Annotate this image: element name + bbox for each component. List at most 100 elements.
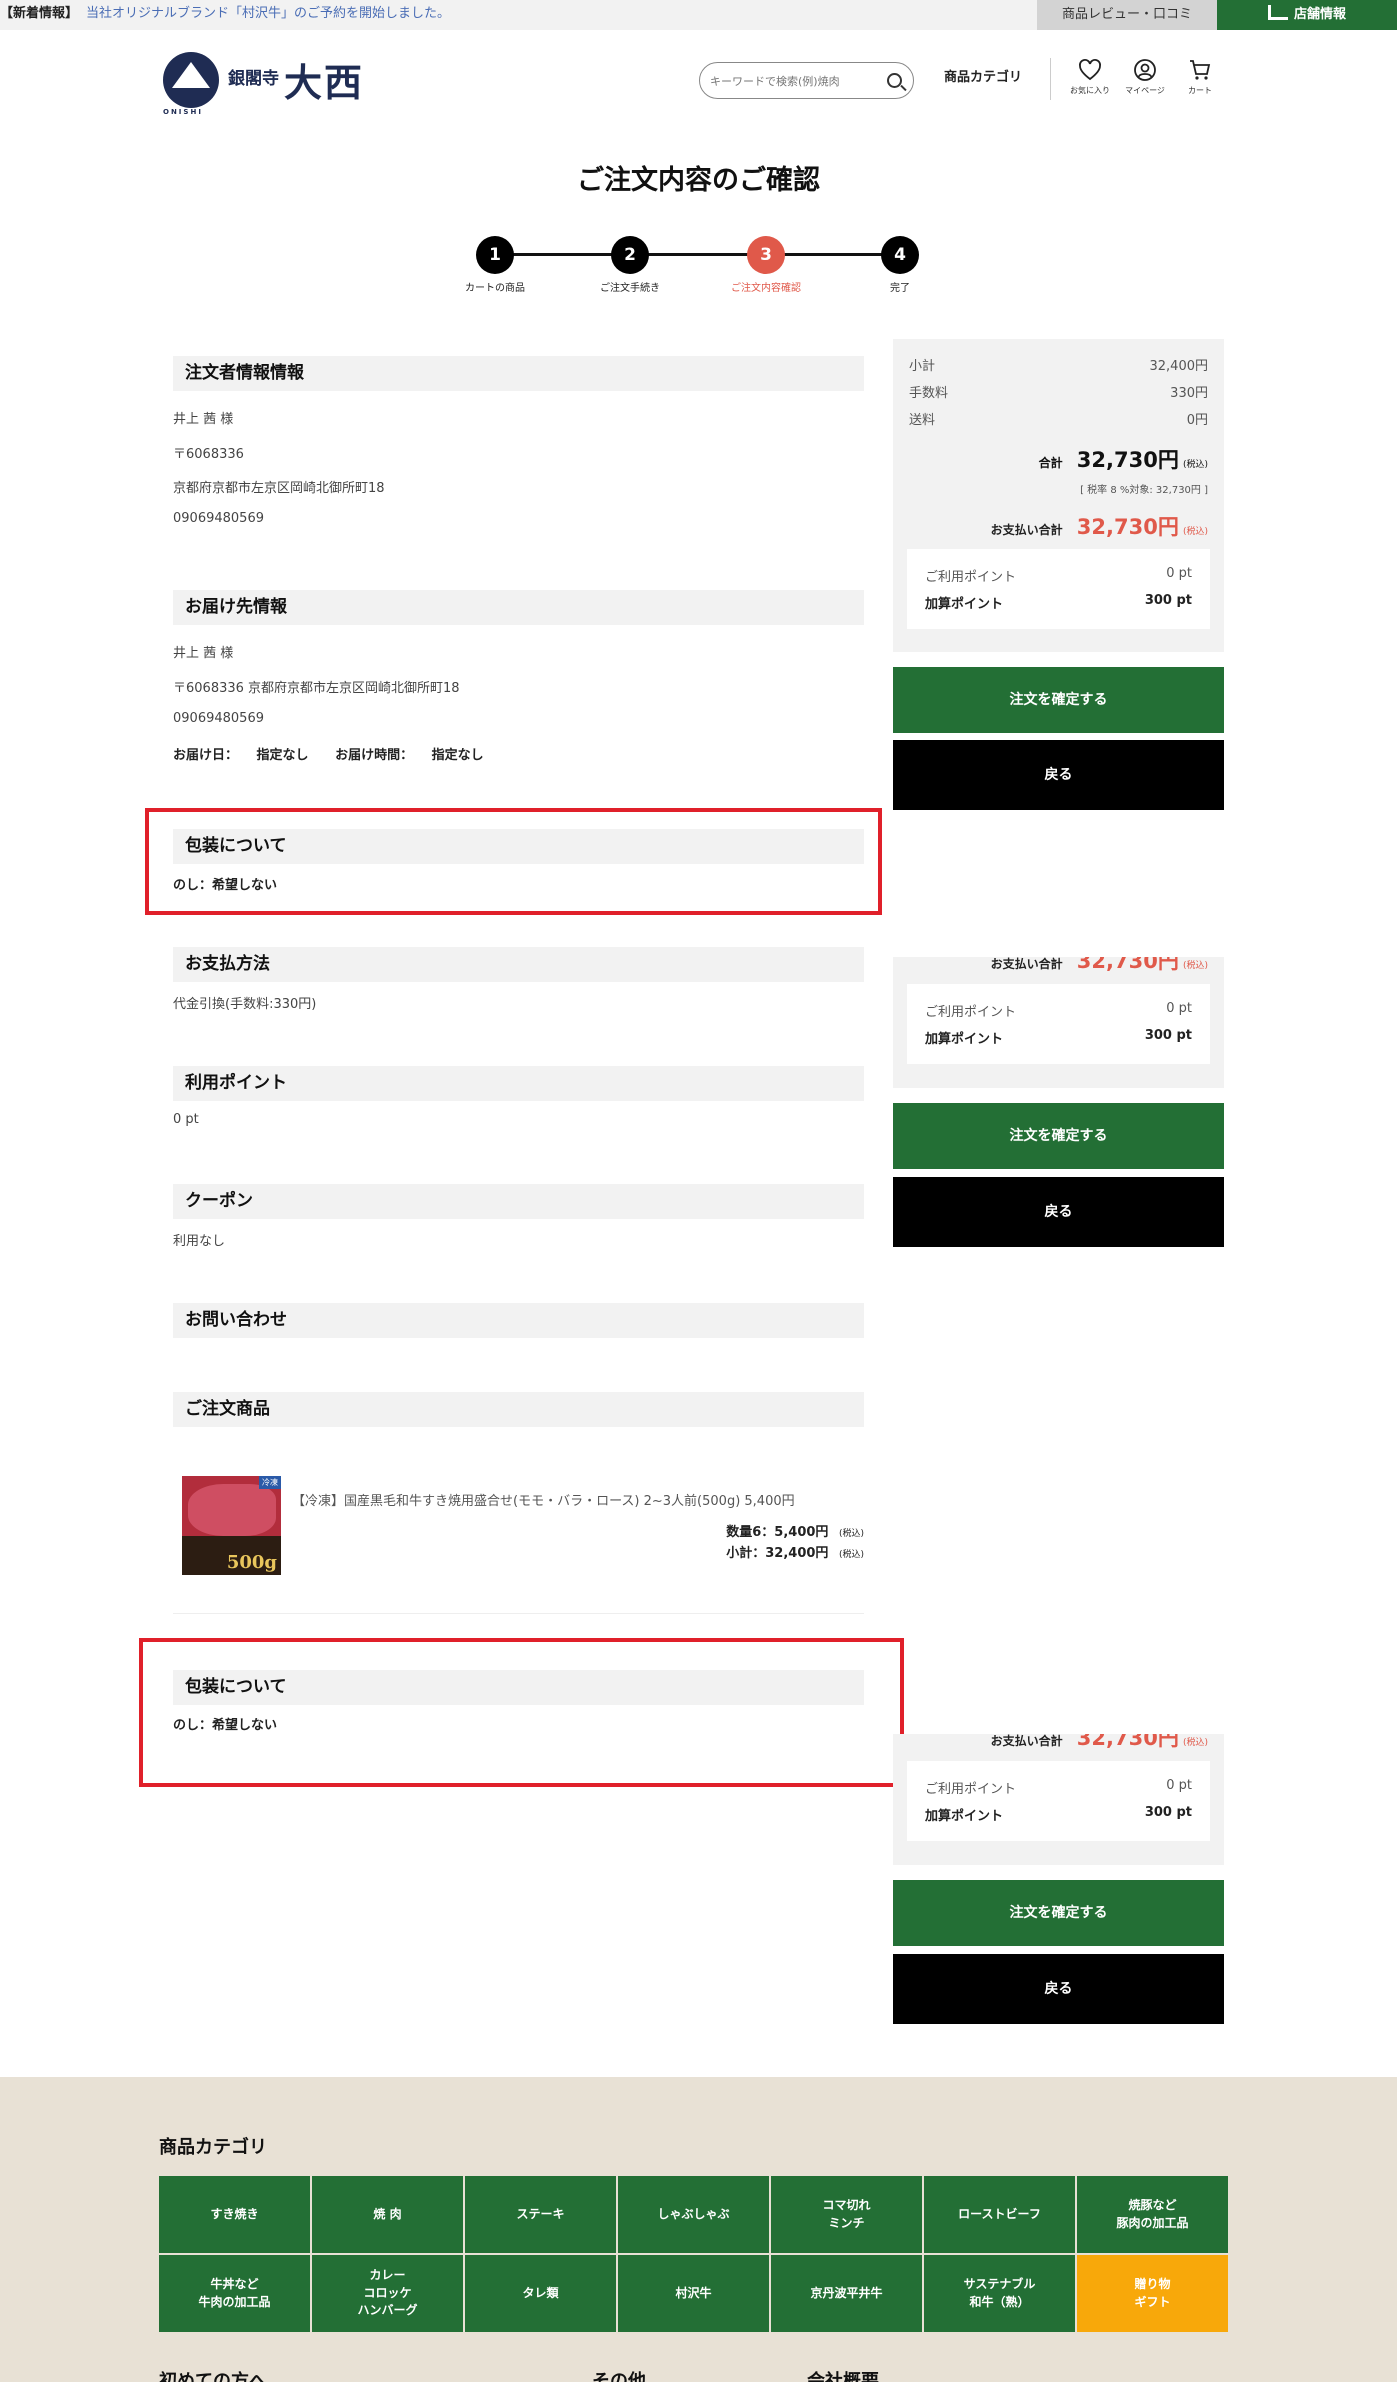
points-heading: 利用ポイント	[173, 1066, 864, 1101]
product-subtotal-line: 小計：32,400円	[726, 1546, 829, 1561]
category-roastbeef[interactable]: ローストビーフ	[924, 2176, 1075, 2253]
summary-pay-row: お支払い合計 32,730円 (税込)	[909, 957, 1208, 975]
category-murasawa-beef[interactable]: 村沢牛	[618, 2255, 769, 2332]
order-summary: 小計 32,400円 手数料 330円 送料 0円 合計 32,730円 (税込) […	[893, 339, 1224, 652]
category-komagire[interactable]: コマ切れ ミンチ	[771, 2176, 922, 2253]
step-2-label: ご注文手続き	[600, 283, 660, 294]
back-button[interactable]: 戻る	[893, 1177, 1224, 1247]
logo-mark[interactable]	[163, 52, 219, 108]
footer-company[interactable]: 会社概要	[807, 2367, 879, 2382]
points-use-row: ご利用ポイント 0 pt	[925, 566, 1192, 585]
footer-other[interactable]: その他	[592, 2367, 646, 2382]
footer-first-time[interactable]: 初めての方へ	[159, 2367, 267, 2382]
point-add-label: 加算ポイント	[925, 597, 1004, 612]
back-button[interactable]: 戻る	[893, 740, 1224, 810]
pay-total-tax: (税込)	[1182, 1738, 1208, 1748]
category-sustainable-wagyu[interactable]: サステナブル 和牛（熟）	[924, 2255, 1075, 2332]
delivery-heading: お届け先情報	[173, 590, 864, 625]
pay-total-label: お支払い合計	[990, 957, 1063, 971]
search-box	[699, 62, 914, 99]
product-name[interactable]: 【冷凍】国産黒毛和牛すき焼用盛合せ(モモ・バラ・ロース) 2~3人前(500g)…	[292, 1490, 795, 1509]
step-progress-line	[495, 253, 900, 256]
footer-category-heading: 商品カテゴリ	[159, 2137, 267, 2158]
product-qty-line: 数量6：5,400円	[726, 1525, 829, 1540]
news-tag: 【新着情報】	[0, 6, 79, 21]
category-gift[interactable]: 贈り物 ギフト	[1077, 2255, 1228, 2332]
category-sukiyaki[interactable]: すき焼き	[159, 2176, 310, 2253]
point-add-value: 300 pt	[1144, 1805, 1192, 1820]
orderer-address: 京都府京都市左京区岡崎北御所町18	[173, 481, 385, 496]
delivery-address: 〒6068336 京都府京都市左京区岡崎北御所町18	[173, 681, 460, 696]
pay-total-value: 32,730円	[1076, 957, 1179, 973]
meat-graphic	[188, 1484, 276, 1536]
delivery-date-label: お届け日：	[173, 748, 239, 763]
orderer-zip: 〒6068336	[173, 447, 244, 462]
category-yakiniku[interactable]: 焼 肉	[312, 2176, 463, 2253]
cart-label: カート	[1188, 86, 1212, 95]
coupon-heading: クーポン	[173, 1184, 864, 1219]
point-add-value: 300 pt	[1144, 593, 1192, 608]
summary-subtotal-row: 小計 32,400円	[909, 355, 1208, 374]
category-sauce[interactable]: タレ類	[465, 2255, 616, 2332]
step-3-label: ご注文内容確認	[731, 283, 801, 294]
page-title: ご注文内容のご確認	[577, 165, 820, 196]
step-4: 4	[881, 236, 919, 274]
category-pork-products[interactable]: 焼豚など 豚肉の加工品	[1077, 2176, 1228, 2253]
total-label: 合計	[1038, 456, 1063, 470]
fee-value: 330円	[1170, 386, 1208, 401]
product-subtotal: 小計：32,400円 (税込)	[726, 1542, 864, 1561]
step-1: 1	[476, 236, 514, 274]
delivery-name: 井上 茜 様	[173, 646, 234, 661]
orderer-name: 井上 茜 様	[173, 412, 234, 427]
mypage-label: マイページ	[1125, 86, 1165, 95]
order-summary: お支払い合計 32,730円 (税込) ご利用ポイント 0 pt 加算ポイント 30…	[893, 1734, 1224, 1865]
news-message[interactable]: 当社オリジナルブランド「村沢牛」のご予約を開始しました。	[86, 6, 450, 21]
summary-fee-row: 手数料 330円	[909, 382, 1208, 401]
pay-total-value: 32,730円	[1076, 515, 1179, 539]
product-image[interactable]: 500g 冷凍	[182, 1476, 281, 1575]
category-curry-croquette[interactable]: カレー コロッケ ハンバーグ	[312, 2255, 463, 2332]
point-use-label: ご利用ポイント	[925, 1005, 1017, 1020]
point-add-label: 加算ポイント	[925, 1809, 1004, 1824]
logo-subtitle: 銀閣寺	[228, 69, 279, 89]
product-quantity: 数量6：5,400円 (税込)	[726, 1521, 864, 1540]
tax-note: [ 税率 8 %対象: 32,730円 ]	[1080, 485, 1208, 496]
frozen-badge: 冷凍	[259, 1476, 281, 1489]
cart-icon	[1190, 60, 1211, 80]
step-4-label: 完了	[890, 283, 910, 294]
back-button[interactable]: 戻る	[893, 1954, 1224, 2024]
news-ticker[interactable]: 【新着情報】 当社オリジナルブランド「村沢牛」のご予約を開始しました。	[0, 0, 450, 28]
confirm-order-button[interactable]: 注文を確定する	[893, 667, 1224, 733]
orderer-heading: 注文者情報情報	[173, 356, 864, 391]
category-shabushabu[interactable]: しゃぶしゃぶ	[618, 2176, 769, 2253]
delivery-date-value: 指定なし	[256, 748, 309, 763]
search-input[interactable]	[710, 71, 870, 91]
cart-button[interactable]: カート	[1180, 58, 1220, 96]
summary-pay-row: お支払い合計 32,730円 (税込)	[909, 1734, 1208, 1752]
pay-total-tax: (税込)	[1182, 527, 1208, 537]
summary-pay-row: お支払い合計 32,730円 (税込)	[909, 511, 1208, 541]
mypage-button[interactable]: マイページ	[1125, 58, 1165, 96]
favorites-button[interactable]: お気に入り	[1070, 58, 1110, 96]
user-icon	[1134, 59, 1156, 81]
inquiry-heading: お問い合わせ	[173, 1303, 864, 1338]
wrapping-noshi: のし：希望しない	[173, 1718, 278, 1733]
review-link[interactable]: 商品レビュー・口コミ	[1037, 0, 1217, 30]
category-beef-products[interactable]: 牛丼など 牛肉の加工品	[159, 2255, 310, 2332]
coupon-value: 利用なし	[173, 1234, 226, 1249]
search-icon[interactable]	[887, 73, 902, 88]
category-menu-link[interactable]: 商品カテゴリ	[944, 66, 1022, 85]
store-info-label: 店舗情報	[1293, 7, 1346, 22]
category-steak[interactable]: ステーキ	[465, 2176, 616, 2253]
store-info-link[interactable]: 店舗情報	[1217, 0, 1397, 30]
pay-total-label: お支払い合計	[990, 523, 1063, 537]
product-subtotal-tax: (税込)	[838, 1550, 864, 1560]
category-hirai-beef[interactable]: 京丹波平井牛	[771, 2255, 922, 2332]
points-use-row: ご利用ポイント 0 pt	[925, 1778, 1192, 1797]
product-divider	[173, 1613, 864, 1614]
confirm-order-button[interactable]: 注文を確定する	[893, 1880, 1224, 1946]
point-use-value: 0 pt	[1166, 1001, 1192, 1016]
logo-title[interactable]: 大西	[284, 52, 364, 107]
delivery-time-value: 指定なし	[431, 748, 484, 763]
confirm-order-button[interactable]: 注文を確定する	[893, 1103, 1224, 1169]
